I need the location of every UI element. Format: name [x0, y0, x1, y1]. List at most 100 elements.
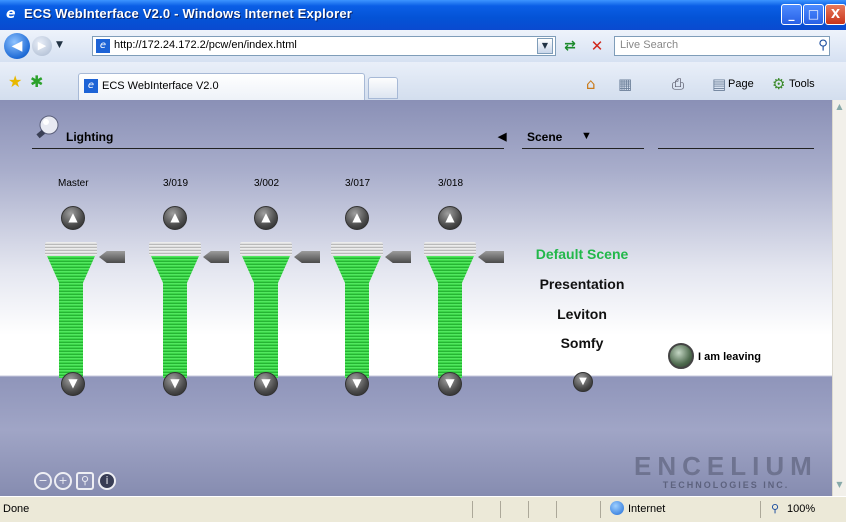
zoom-icon: ⚲ — [771, 502, 780, 515]
magnifier-icon[interactable]: ⚲ — [76, 472, 94, 490]
tab-ecs-webinterface[interactable]: e ECS WebInterface V2.0 — [78, 73, 365, 100]
fader-handle[interactable] — [294, 251, 320, 263]
close-button[interactable]: X — [825, 4, 846, 25]
channel-down-button[interactable]: ▼ — [163, 372, 187, 396]
address-dropdown-icon[interactable]: ▼ — [537, 38, 553, 54]
maximize-button[interactable]: □ — [803, 4, 824, 25]
channel-label: Master — [58, 178, 89, 189]
stop-button[interactable]: ✕ — [587, 37, 607, 55]
page-menu[interactable]: Page — [728, 78, 754, 90]
status-divider — [556, 501, 557, 518]
channel-down-button[interactable]: ▼ — [345, 372, 369, 396]
scene-item-somfy[interactable]: Somfy — [502, 335, 662, 351]
zoom-in-icon[interactable]: + — [54, 472, 72, 490]
fader-handle[interactable] — [99, 251, 125, 263]
fader-cap — [240, 242, 292, 256]
favorites-star-icon[interactable]: ★ — [8, 72, 22, 91]
fader-cap — [424, 242, 476, 256]
page-icon: e — [84, 79, 98, 93]
fader-level-bar — [47, 256, 95, 378]
channel-up-button[interactable]: ▲ — [345, 206, 369, 230]
scene-scroll-down-button[interactable]: ▼ — [573, 372, 593, 392]
back-button[interactable]: ◀ — [4, 33, 30, 59]
zoom-level[interactable]: 100% — [787, 503, 815, 515]
channel-up-button[interactable]: ▲ — [438, 206, 462, 230]
scene-dropdown-icon[interactable]: ▼ — [581, 130, 592, 142]
fader-level-bar — [333, 256, 381, 378]
feeds-icon[interactable]: ▦ — [618, 75, 632, 93]
scroll-up-icon[interactable]: ▲ — [834, 102, 845, 116]
page-menu-icon: ▤ — [712, 75, 727, 93]
search-placeholder: Live Search — [620, 39, 679, 51]
channel-down-button[interactable]: ▼ — [61, 372, 85, 396]
channel-label: 3/017 — [345, 178, 371, 189]
encelium-logo: ENCELIUM TECHNOLOGIES INC. — [634, 453, 818, 490]
channel-up-button[interactable]: ▲ — [61, 206, 85, 230]
scene-prev-icon[interactable]: ◀ — [498, 130, 506, 143]
channel-label: 3/002 — [254, 178, 280, 189]
channel-down-button[interactable]: ▼ — [254, 372, 278, 396]
scene-item-leviton[interactable]: Leviton — [502, 306, 662, 322]
new-tab-button[interactable] — [368, 77, 398, 99]
security-zone: Internet — [628, 503, 666, 515]
info-icon[interactable]: i — [98, 472, 116, 490]
fader-level-bar — [242, 256, 290, 378]
fader-level-bar — [426, 256, 474, 378]
page-icon: e — [96, 39, 110, 53]
channel-label: 3/018 — [438, 178, 464, 189]
status-divider — [500, 501, 501, 518]
home-icon[interactable]: ⌂ — [586, 75, 596, 93]
tools-gear-icon: ⚙ — [772, 75, 786, 93]
minimize-button[interactable]: _ — [781, 4, 802, 25]
scene-divider — [522, 148, 644, 149]
search-icon[interactable]: ⚲ — [812, 36, 834, 56]
fader-master[interactable] — [45, 242, 125, 378]
vertical-scrollbar[interactable]: ▲ ▼ — [832, 100, 846, 496]
scene-item-presentation[interactable]: Presentation — [502, 276, 662, 292]
fader-3-019[interactable] — [149, 242, 229, 378]
fader-cap — [331, 242, 383, 256]
channel-down-button[interactable]: ▼ — [438, 372, 462, 396]
status-divider — [600, 501, 601, 518]
history-dropdown-icon[interactable]: ▼ — [56, 40, 63, 50]
status-text: Done — [3, 503, 30, 515]
ie-logo-icon: e — [6, 6, 16, 22]
fader-3-002[interactable] — [240, 242, 320, 378]
leaving-button[interactable] — [668, 343, 694, 369]
title-bar: e ECS WebInterface V2.0 - Windows Intern… — [0, 0, 846, 30]
address-url: http://172.24.172.2/pcw/en/index.html — [114, 39, 297, 51]
fader-handle[interactable] — [478, 251, 504, 263]
fader-3-017[interactable] — [331, 242, 411, 378]
print-icon[interactable]: ⎙ — [672, 75, 684, 93]
tools-menu[interactable]: Tools — [789, 78, 815, 90]
fader-handle[interactable] — [385, 251, 411, 263]
zoom-out-icon[interactable]: − — [34, 472, 52, 490]
status-divider — [760, 501, 761, 518]
fader-handle[interactable] — [203, 251, 229, 263]
fader-3-018[interactable] — [424, 242, 504, 378]
right-divider — [658, 148, 814, 149]
status-bar: Done Internet ⚲ 100% — [0, 496, 846, 522]
leaving-label: I am leaving — [698, 351, 761, 363]
fader-level-bar — [151, 256, 199, 378]
scroll-down-icon[interactable]: ▼ — [834, 480, 845, 494]
window-title: ECS WebInterface V2.0 - Windows Internet… — [24, 6, 353, 21]
scene-label: Scene — [527, 130, 563, 144]
channel-up-button[interactable]: ▲ — [163, 206, 187, 230]
section-divider — [32, 148, 504, 149]
status-divider — [528, 501, 529, 518]
lightbulb-icon — [36, 115, 59, 139]
section-title: Lighting — [66, 130, 114, 144]
search-input[interactable]: Live Search — [614, 36, 830, 56]
lighting-panel: Lighting ◀ Scene ▼ Master 3/019 3/002 3/… — [0, 100, 832, 496]
status-divider — [472, 501, 473, 518]
fader-cap — [45, 242, 97, 256]
refresh-button[interactable]: ⇄ — [559, 37, 581, 55]
scene-item-default-scene[interactable]: Default Scene — [502, 246, 662, 262]
add-favorite-icon[interactable]: ✱ — [30, 72, 43, 91]
tab-label: ECS WebInterface V2.0 — [102, 80, 219, 92]
logo-sub: TECHNOLOGIES INC. — [662, 480, 790, 490]
address-input[interactable]: e http://172.24.172.2/pcw/en/index.html — [92, 36, 556, 56]
forward-button[interactable]: ▶ — [32, 36, 52, 56]
channel-up-button[interactable]: ▲ — [254, 206, 278, 230]
